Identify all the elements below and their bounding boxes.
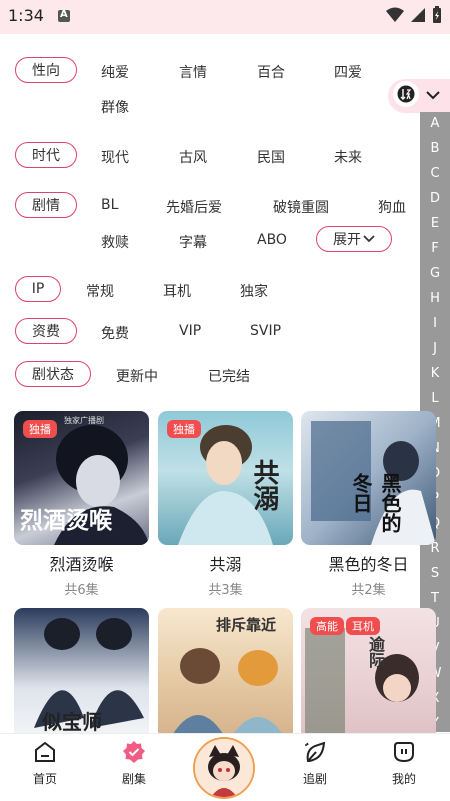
filter-label-ip[interactable]: IP: [15, 276, 61, 302]
cover-title-art: 共溺: [249, 459, 279, 511]
status-bar: 1:34: [0, 0, 450, 34]
index-letter[interactable]: H: [420, 291, 450, 306]
nav-profile[interactable]: 我的: [374, 740, 434, 787]
nav-follow[interactable]: 追剧: [285, 740, 345, 787]
filter-label-plot[interactable]: 剧情: [15, 192, 77, 218]
status-time: 1:34: [8, 6, 44, 25]
battery-icon: [433, 6, 441, 23]
filter-option[interactable]: SVIP: [250, 323, 281, 339]
filter-option[interactable]: 现代: [101, 147, 129, 167]
filter-label-fee[interactable]: 资费: [15, 318, 77, 344]
drama-title: 黑色的冬日: [328, 555, 409, 574]
chevron-down-icon: [426, 91, 440, 100]
filter-option[interactable]: 更新中: [116, 366, 158, 386]
nav-label: 我的: [391, 772, 416, 786]
drama-episode-count: 共6集: [64, 583, 99, 598]
nav-home[interactable]: 首页: [15, 740, 75, 787]
expand-button[interactable]: 展开: [316, 226, 392, 252]
filter-option[interactable]: 未来: [334, 147, 362, 167]
chevron-down-icon: [363, 235, 375, 243]
index-letter[interactable]: L: [420, 391, 450, 406]
nav-label: 追剧: [302, 772, 327, 786]
sort-order-icon[interactable]: [393, 81, 419, 107]
headphone-badge: 耳机: [346, 617, 380, 635]
drama-cover: 似宝师: [14, 608, 149, 742]
cover-title-art: 烈酒烫喉: [20, 508, 112, 534]
index-letter[interactable]: F: [420, 241, 450, 256]
index-letter[interactable]: I: [420, 316, 450, 331]
mascot-avatar: [195, 739, 253, 797]
profile-icon: [394, 742, 414, 763]
center-avatar-button[interactable]: [193, 737, 255, 799]
index-letter[interactable]: C: [420, 166, 450, 181]
filter-label-era[interactable]: 时代: [15, 142, 77, 168]
filter-option[interactable]: 独家: [240, 281, 268, 301]
home-icon: [35, 741, 55, 762]
drama-cover: 逾际 高能 耳机: [301, 608, 436, 742]
filter-label-orientation[interactable]: 性向: [15, 57, 77, 83]
sort-az-icon: [397, 85, 415, 103]
follow-leaf-icon: [305, 741, 326, 763]
index-letter[interactable]: G: [420, 266, 450, 281]
cover-title-art: 排斥靠近: [216, 616, 277, 634]
status-icons: [386, 6, 442, 24]
exclusive-badge: 独播: [167, 420, 201, 438]
filter-option[interactable]: 先婚后爱: [166, 197, 222, 217]
filter-option[interactable]: 四爱: [334, 62, 362, 82]
nav-drama[interactable]: 剧集: [104, 740, 164, 787]
drama-title: 共溺: [209, 555, 242, 574]
index-letter[interactable]: B: [420, 141, 450, 156]
filter-option[interactable]: 狗血: [378, 197, 406, 217]
filter-option[interactable]: 破镜重圆: [273, 197, 329, 217]
drama-episode-count: 共2集: [351, 583, 386, 598]
filter-option[interactable]: 纯爱: [101, 62, 129, 82]
index-letter[interactable]: J: [420, 341, 450, 356]
filter-option[interactable]: 已完结: [208, 366, 250, 386]
wifi-icon: [386, 7, 404, 22]
drama-cover: 黑色的冬日: [301, 411, 436, 545]
filter-option[interactable]: 常规: [86, 281, 114, 301]
cover-title-art: 逾际: [366, 636, 385, 668]
drama-title: 烈酒烫喉: [49, 555, 114, 574]
filter-option[interactable]: 群像: [101, 97, 129, 117]
drama-cover: 共溺 独播: [158, 411, 293, 545]
index-letter[interactable]: K: [420, 366, 450, 381]
notification-a-icon: [58, 9, 70, 22]
high-energy-badge: 高能: [310, 617, 344, 635]
filter-option[interactable]: 言情: [179, 62, 207, 82]
filter-option[interactable]: 百合: [257, 62, 285, 82]
filter-option[interactable]: ABO: [257, 232, 287, 248]
drama-episode-count: 共3集: [208, 583, 243, 598]
filter-option[interactable]: 字幕: [179, 232, 207, 252]
nav-label: 剧集: [121, 772, 146, 786]
signal-icon: [411, 8, 425, 22]
drama-cover: 排斥靠近: [158, 608, 293, 742]
filter-option[interactable]: 免费: [101, 323, 129, 343]
cover-title-art: 似宝师: [42, 710, 102, 734]
drama-cover: 独家广播剧 烈酒烫喉 独播: [14, 411, 149, 545]
filter-option[interactable]: BL: [101, 197, 118, 213]
filter-option[interactable]: 古风: [179, 147, 207, 167]
drama-badge-icon: [123, 741, 145, 763]
cover-top-text: 独家广播剧: [64, 416, 104, 425]
filter-option[interactable]: 民国: [257, 147, 285, 167]
index-letter[interactable]: A: [420, 116, 450, 131]
index-letter[interactable]: E: [420, 216, 450, 231]
bottom-nav: 首页 剧集 追剧 我的: [0, 733, 450, 801]
filter-option[interactable]: 救赎: [101, 232, 129, 252]
cover-title-art: 黑色的冬日: [349, 473, 402, 533]
filter-option[interactable]: 耳机: [163, 281, 191, 301]
filter-label-status[interactable]: 剧状态: [15, 361, 91, 387]
filter-option[interactable]: VIP: [179, 323, 201, 339]
expand-label: 展开: [333, 232, 361, 248]
nav-label: 首页: [32, 772, 57, 786]
index-letter[interactable]: D: [420, 191, 450, 206]
exclusive-badge: 独播: [23, 420, 57, 438]
